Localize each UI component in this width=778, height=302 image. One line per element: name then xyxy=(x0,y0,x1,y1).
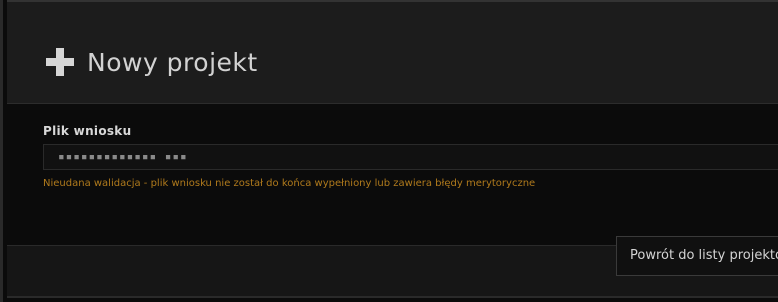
file-field-label: Plik wniosku xyxy=(43,124,132,138)
page-header: Nowy projekt xyxy=(7,0,778,104)
validation-error-message: Nieudana walidacja - plik wniosku nie zo… xyxy=(43,178,536,189)
file-input[interactable]: ▪▪▪▪▪▪▪▪▪▪▪▪▪ ▪▪▪ xyxy=(43,144,778,170)
back-to-list-button[interactable]: Powrót do listy projektów xyxy=(616,236,778,276)
plus-icon xyxy=(43,45,77,79)
app-window: Nowy projekt Plik wniosku ▪▪▪▪▪▪▪▪▪▪▪▪▪ … xyxy=(0,0,778,302)
page-title-group: Nowy projekt xyxy=(43,45,258,79)
page-title: Nowy projekt xyxy=(87,47,258,77)
form-section: Plik wniosku ▪▪▪▪▪▪▪▪▪▪▪▪▪ ▪▪▪ Nieudana … xyxy=(7,104,778,246)
